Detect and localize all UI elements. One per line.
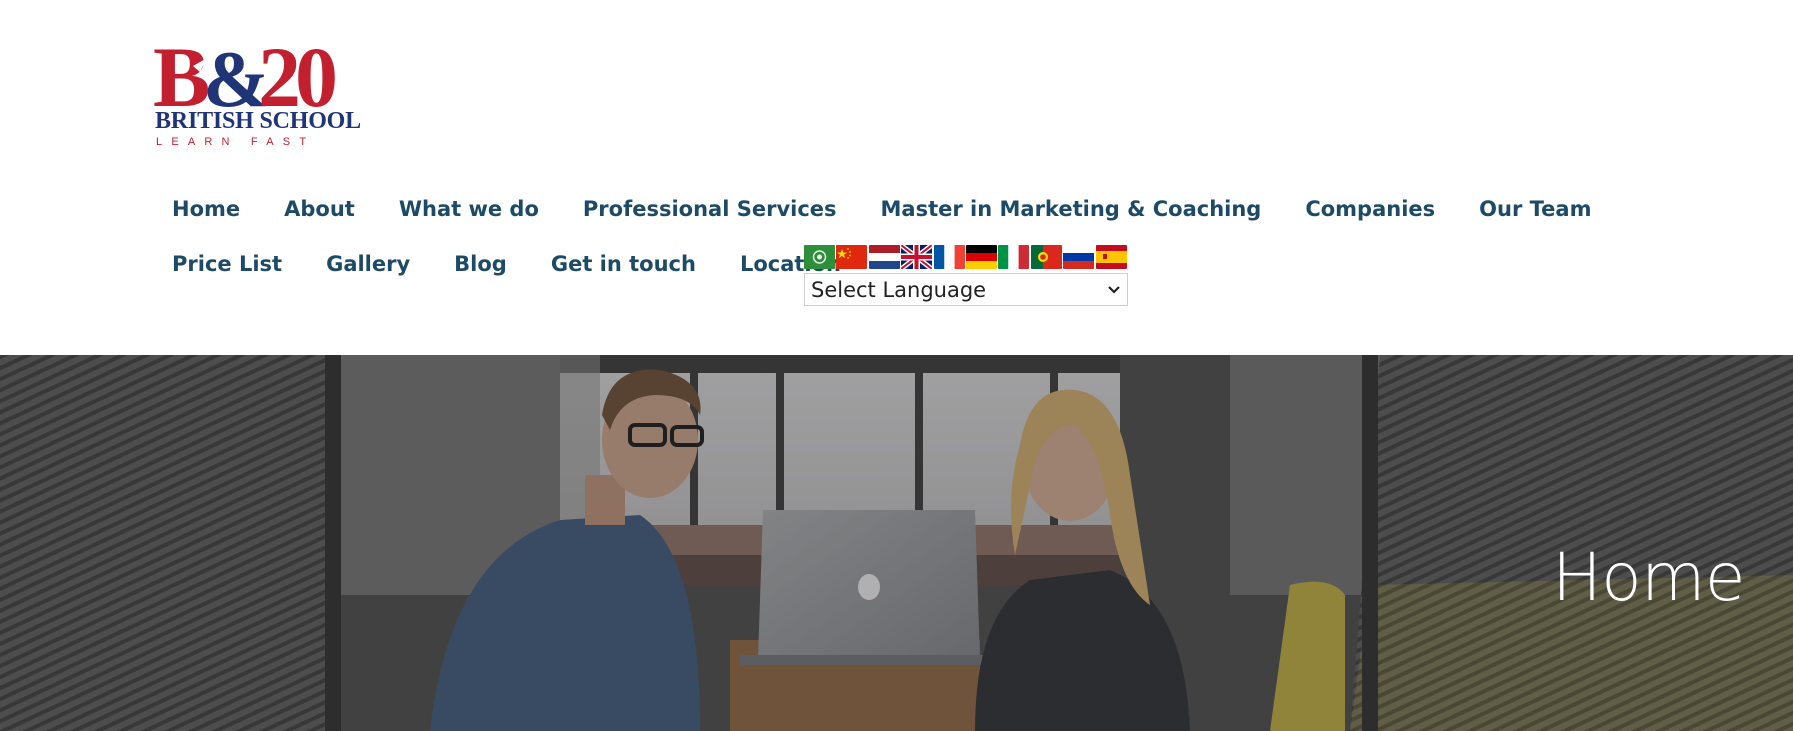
- hero-title: Home: [1552, 539, 1745, 617]
- arabic-flag-icon[interactable]: [804, 245, 835, 269]
- hero-photo: [0, 355, 1793, 731]
- nav-price-list[interactable]: Price List: [150, 241, 304, 287]
- nav-professional-services[interactable]: Professional Services: [561, 186, 859, 232]
- nav-about[interactable]: About: [262, 186, 377, 232]
- language-flags: [804, 245, 1128, 269]
- nav-master-marketing-coaching[interactable]: Master in Marketing & Coaching: [859, 186, 1284, 232]
- german-flag-icon[interactable]: [966, 245, 997, 269]
- nav-what-we-do[interactable]: What we do: [377, 186, 561, 232]
- nav-get-in-touch[interactable]: Get in touch: [529, 241, 718, 287]
- chevron-down-icon: [1108, 285, 1120, 294]
- logo-mark-icon: B & 20: [153, 36, 341, 112]
- nav-row-2: Price List Gallery Blog Get in touch Loc…: [150, 241, 863, 287]
- svg-text:B: B: [153, 36, 208, 112]
- nav-companies[interactable]: Companies: [1283, 186, 1457, 232]
- nav-blog[interactable]: Blog: [432, 241, 529, 287]
- chinese-flag-icon[interactable]: [836, 245, 868, 269]
- language-select-value: Select Language: [811, 277, 987, 302]
- portuguese-flag-icon[interactable]: [1030, 245, 1062, 269]
- english-flag-icon[interactable]: [901, 245, 933, 269]
- hero-banner: Home: [0, 355, 1793, 731]
- nav-home[interactable]: Home: [150, 186, 262, 232]
- nav-our-team[interactable]: Our Team: [1457, 186, 1613, 232]
- french-flag-icon[interactable]: [933, 245, 965, 269]
- nav-row-1: Home About What we do Professional Servi…: [150, 186, 1613, 232]
- russian-flag-icon[interactable]: [1063, 245, 1095, 269]
- italian-flag-icon[interactable]: [998, 245, 1030, 269]
- spanish-flag-icon[interactable]: [1095, 245, 1127, 269]
- site-header: B & 20 BRITISH SCHOOL LEARN FAST Home Ab…: [0, 0, 1793, 355]
- logo-tagline: LEARN FAST: [156, 136, 316, 148]
- nav-gallery[interactable]: Gallery: [304, 241, 432, 287]
- language-select[interactable]: Select Language: [804, 273, 1128, 306]
- language-translator: Select Language: [804, 245, 1128, 306]
- svg-text:20: 20: [258, 36, 335, 112]
- logo-school-name: BRITISH SCHOOL: [155, 108, 361, 134]
- site-logo[interactable]: B & 20 BRITISH SCHOOL LEARN FAST: [153, 36, 363, 154]
- dutch-flag-icon[interactable]: [868, 245, 900, 269]
